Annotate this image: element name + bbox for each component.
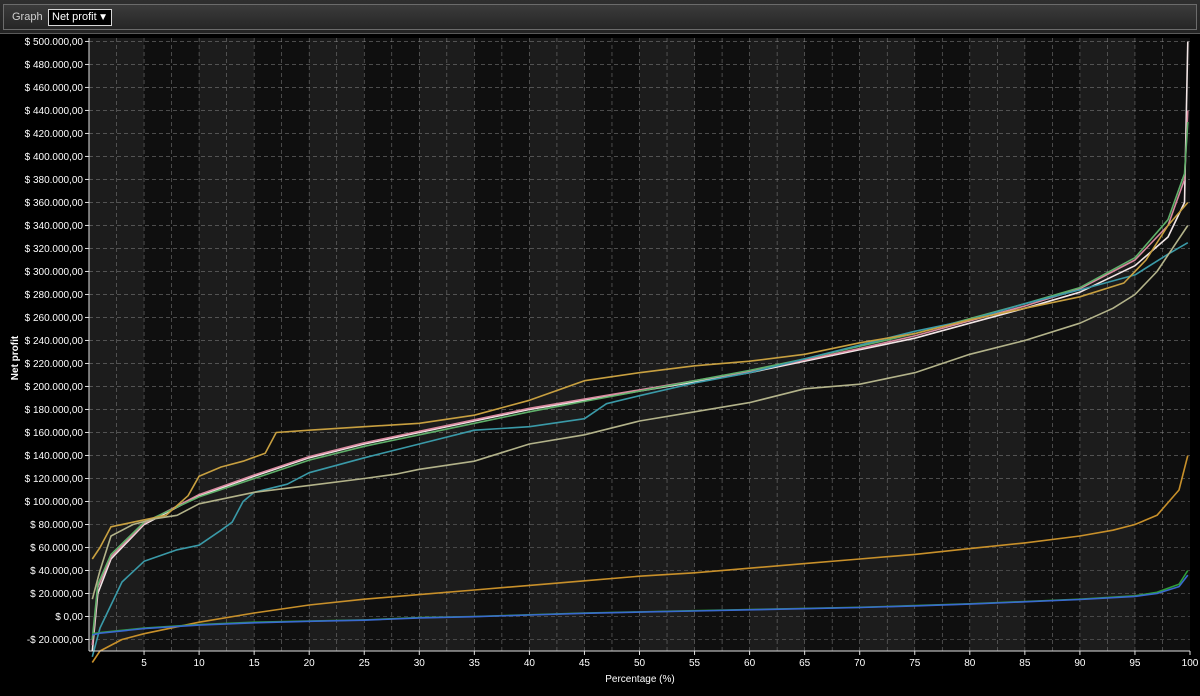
y-tick-label: $ 360.000,00 bbox=[25, 198, 84, 209]
y-tick-label: $ 120.000,00 bbox=[25, 474, 84, 485]
x-tick-label: 10 bbox=[194, 658, 206, 669]
y-tick-label: $ 140.000,00 bbox=[25, 451, 84, 462]
x-tick-label: 60 bbox=[744, 658, 756, 669]
y-tick-label: $ 380.000,00 bbox=[25, 175, 84, 186]
x-tick-label: 85 bbox=[1019, 658, 1031, 669]
x-tick-label: 35 bbox=[469, 658, 481, 669]
graph-toolbar: Graph Net profit ▼ bbox=[0, 0, 1200, 34]
y-tick-label: $ 40.000,00 bbox=[30, 566, 83, 577]
x-tick-label: 40 bbox=[524, 658, 536, 669]
x-tick-label: 75 bbox=[909, 658, 921, 669]
y-tick-label: $ 280.000,00 bbox=[25, 290, 84, 301]
x-tick-label: 70 bbox=[854, 658, 866, 669]
net-profit-chart: -$ 20.000,00 $ 0,00 $ 20.000,00 $ 40.000,00… bbox=[10, 37, 1199, 685]
y-tick-label: $ 220.000,00 bbox=[25, 359, 84, 370]
y-tick-label: $ 0,00 bbox=[55, 612, 83, 623]
y-tick-label: $ 80.000,00 bbox=[30, 520, 83, 531]
graph-type-select[interactable]: Net profit ▼ bbox=[48, 9, 112, 26]
y-tick-labels: -$ 20.000,00 $ 0,00 $ 20.000,00 $ 40.000,00… bbox=[25, 37, 89, 646]
y-tick-label: $ 400.000,00 bbox=[25, 152, 84, 163]
y-tick-label: $ 440.000,00 bbox=[25, 106, 84, 117]
x-tick-label: 55 bbox=[689, 658, 701, 669]
y-tick-label: $ 460.000,00 bbox=[25, 83, 84, 94]
x-tick-label: 25 bbox=[359, 658, 371, 669]
y-tick-label: $ 260.000,00 bbox=[25, 313, 84, 324]
chevron-down-icon: ▼ bbox=[98, 12, 108, 23]
x-tick-label: 90 bbox=[1074, 658, 1086, 669]
x-tick-label: 15 bbox=[249, 658, 261, 669]
y-tick-label: $ 320.000,00 bbox=[25, 244, 84, 255]
y-tick-label: $ 60.000,00 bbox=[30, 543, 83, 554]
x-tick-label: 30 bbox=[414, 658, 426, 669]
graph-type-value: Net profit bbox=[52, 11, 97, 23]
chart-area: -$ 20.000,00 $ 0,00 $ 20.000,00 $ 40.000,00… bbox=[0, 34, 1200, 691]
y-tick-label: $ 480.000,00 bbox=[25, 60, 84, 71]
graph-toolbar-panel: Graph Net profit ▼ bbox=[3, 4, 1197, 30]
y-tick-label: -$ 20.000,00 bbox=[27, 635, 84, 646]
y-tick-label: $ 240.000,00 bbox=[25, 336, 84, 347]
x-tick-label: 5 bbox=[141, 658, 147, 669]
x-tick-label: 50 bbox=[634, 658, 646, 669]
x-tick-label: 65 bbox=[799, 658, 811, 669]
x-tick-label: 95 bbox=[1129, 658, 1141, 669]
y-axis-label: Net profit bbox=[10, 335, 21, 380]
y-tick-label: $ 100.000,00 bbox=[25, 497, 84, 508]
x-tick-label: 80 bbox=[964, 658, 976, 669]
x-tick-labels: 5 10 15 20 25 30 35 40 45 50 55 60 65 70 75 80 85 90 95 100 bbox=[141, 651, 1199, 669]
graph-label: Graph bbox=[12, 11, 43, 23]
y-tick-label: $ 160.000,00 bbox=[25, 428, 84, 439]
x-tick-label: 20 bbox=[304, 658, 316, 669]
y-tick-label: $ 180.000,00 bbox=[25, 405, 84, 416]
x-axis-label: Percentage (%) bbox=[605, 674, 674, 685]
x-tick-label: 100 bbox=[1182, 658, 1199, 669]
y-tick-label: $ 500.000,00 bbox=[25, 37, 84, 48]
y-tick-label: $ 420.000,00 bbox=[25, 129, 84, 140]
y-tick-label: $ 200.000,00 bbox=[25, 382, 84, 393]
x-tick-label: 45 bbox=[579, 658, 591, 669]
y-tick-label: $ 340.000,00 bbox=[25, 221, 84, 232]
y-tick-label: $ 300.000,00 bbox=[25, 267, 84, 278]
y-tick-label: $ 20.000,00 bbox=[30, 589, 83, 600]
